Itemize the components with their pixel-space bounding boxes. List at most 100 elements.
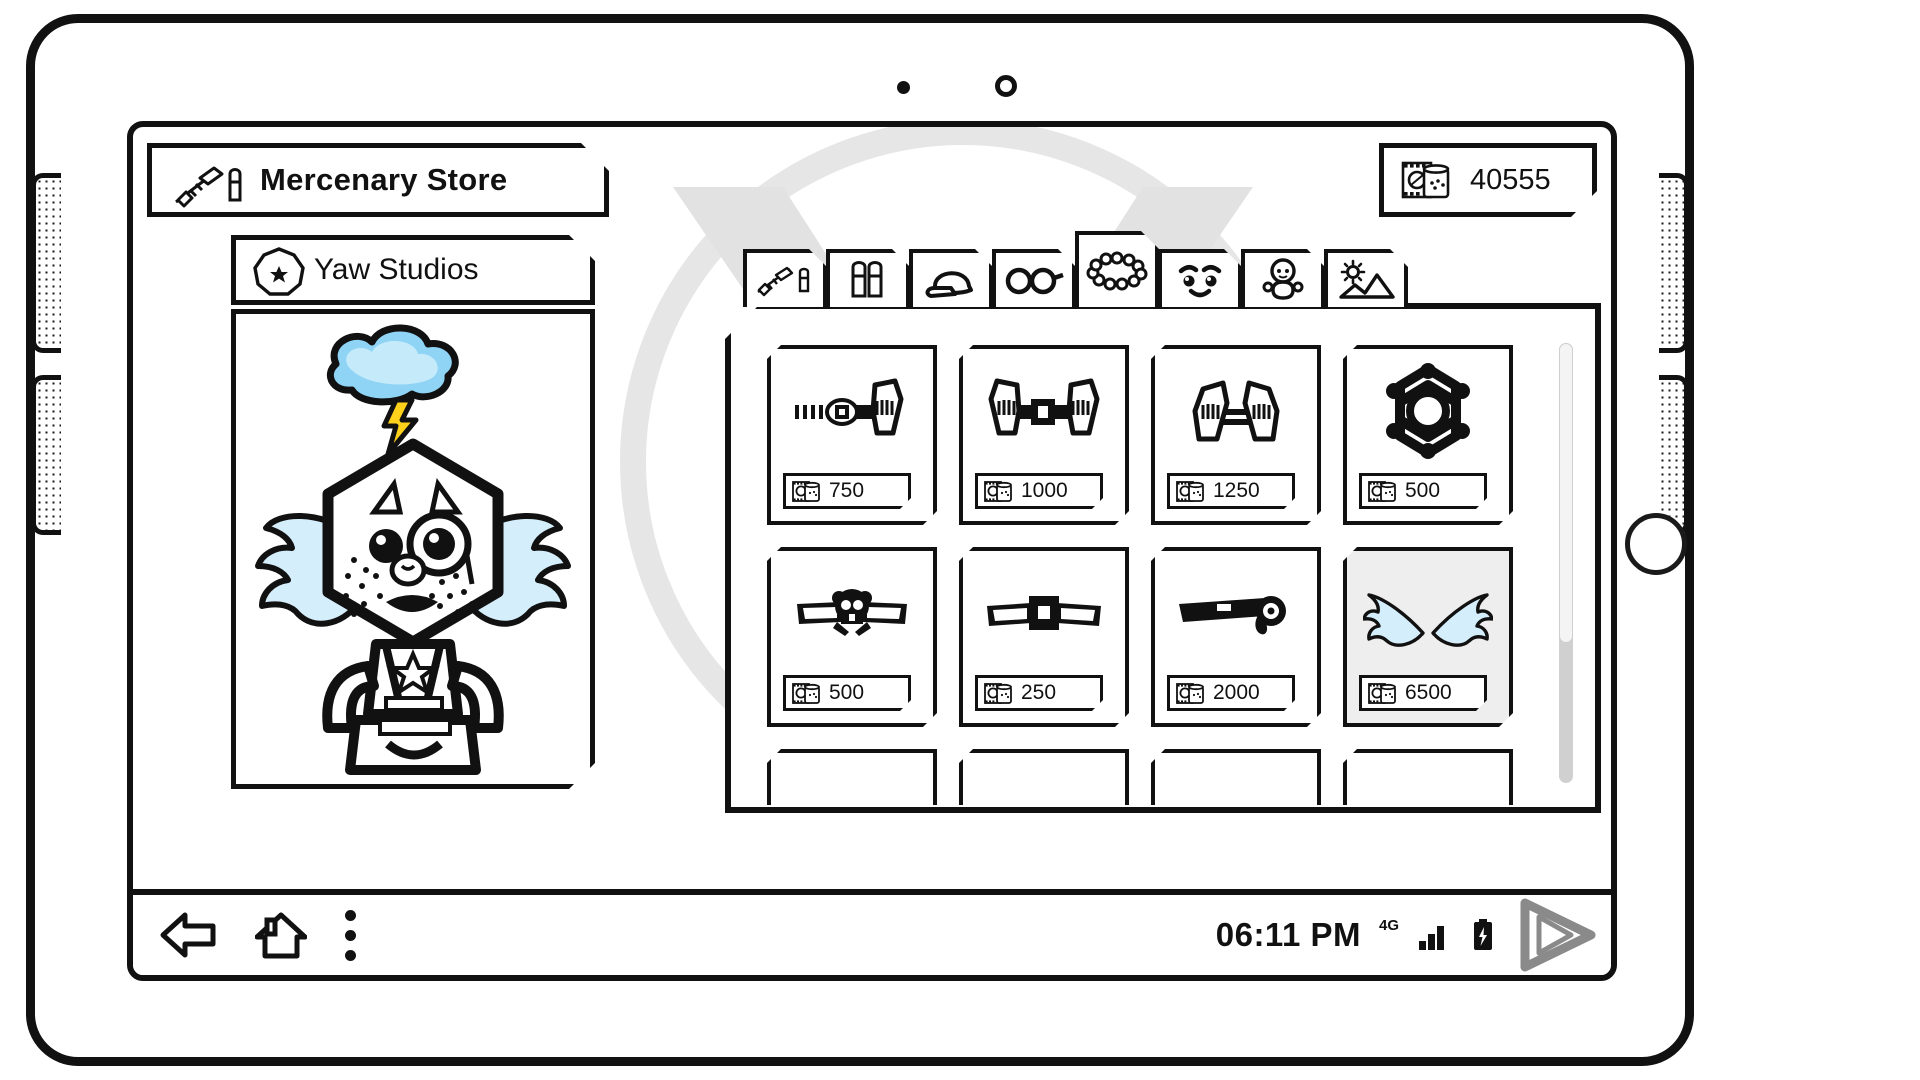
item-row3-2[interactable] [959, 749, 1129, 805]
item-twin-holster-rig[interactable]: 1250 [1151, 345, 1321, 525]
tab-bodies[interactable] [1241, 249, 1325, 307]
holster-twin-art [1155, 357, 1317, 465]
film-canister-icon [1175, 679, 1207, 707]
studio-name: Yaw Studios [314, 253, 479, 286]
menu-dot [345, 909, 356, 921]
price-value: 1250 [1213, 479, 1260, 502]
film-canister-icon [791, 679, 823, 707]
grid-scrollbar[interactable] [1559, 343, 1573, 783]
item-row3-1[interactable] [767, 749, 937, 805]
price-value: 1000 [1021, 479, 1068, 502]
tab-eyewear[interactable] [992, 249, 1076, 307]
sun-mountain-icon [1335, 259, 1397, 301]
item-sheriff-star-badge[interactable]: 500 [1343, 345, 1513, 525]
price-value: 750 [829, 479, 865, 502]
speaker-grille-left-2 [31, 375, 61, 535]
holster-dual-art [963, 357, 1125, 465]
tab-weapons[interactable] [743, 249, 827, 307]
rifle-bullet-icon [754, 263, 816, 297]
menu-dot [345, 929, 356, 941]
price-value: 6500 [1405, 681, 1452, 704]
item-skull-belt[interactable]: 500 [767, 547, 937, 727]
tab-accessories[interactable] [1075, 231, 1159, 307]
film-canister-icon [1367, 679, 1399, 707]
item-single-holster-belt[interactable]: 750 [767, 345, 937, 525]
rifle-bullet-icon [170, 160, 248, 210]
network-type: 4G [1378, 917, 1399, 934]
belt-skull-art [771, 559, 933, 667]
currency-display: 40555 [1379, 143, 1597, 217]
item-row3-3[interactable] [1151, 749, 1321, 805]
price-value: 2000 [1213, 681, 1260, 704]
speaker-grille-right [1659, 173, 1689, 353]
item-grid[interactable]: 750 1000 1250 500 500 250 2000 6500 [745, 323, 1583, 805]
baby-body-icon [1259, 258, 1307, 302]
film-canister-icon [983, 477, 1015, 505]
item-row: 750 1000 1250 500 [767, 345, 1583, 525]
item-plain-belt[interactable]: 250 [959, 547, 1129, 727]
sheriff-star-art [1347, 357, 1509, 465]
belt-lasso-art [1155, 559, 1317, 667]
item-row3-4[interactable] [1343, 749, 1513, 805]
overflow-menu-icon[interactable] [345, 909, 356, 961]
home-button[interactable] [1625, 513, 1687, 575]
item-angel-wings[interactable]: 6500 [1343, 547, 1513, 727]
price-tag: 750 [783, 473, 911, 509]
menu-dot [345, 949, 356, 961]
tablet-screen: Mercenary Store 40555 Yaw Studios 750 10… [127, 121, 1617, 981]
smiley-face-icon [1169, 260, 1231, 300]
price-tag: 1250 [1167, 473, 1295, 509]
price-tag: 250 [975, 675, 1103, 711]
home-icon[interactable] [255, 910, 307, 960]
item-dual-holster-belt[interactable]: 1000 [959, 345, 1129, 525]
cap-icon [921, 260, 981, 300]
front-camera-icon [995, 75, 1017, 97]
signal-bars-icon [1419, 926, 1444, 950]
studio-plate: Yaw Studios [231, 235, 595, 305]
film-canister-icon [983, 679, 1015, 707]
item-lasso-belt[interactable]: 2000 [1151, 547, 1321, 727]
glasses-icon [1003, 263, 1065, 297]
bullets-icon [841, 260, 895, 300]
price-tag: 2000 [1167, 675, 1295, 711]
belt-plain-art [963, 559, 1125, 667]
speaker-grille-left [31, 173, 61, 353]
bead-necklace-icon [1086, 251, 1148, 291]
price-tag: 500 [783, 675, 911, 711]
price-tag: 500 [1359, 473, 1487, 509]
system-nav-bar: 06:11 PM 4G [133, 889, 1611, 975]
tab-faces[interactable] [1158, 249, 1242, 307]
battery-charging-icon [1474, 919, 1492, 950]
tab-ammo[interactable] [826, 249, 910, 307]
tab-hats[interactable] [909, 249, 993, 307]
item-row: 500 250 2000 6500 [767, 547, 1583, 727]
tab-scenes[interactable] [1324, 249, 1408, 307]
tablet-device: Mercenary Store 40555 Yaw Studios 750 10… [26, 14, 1694, 1066]
star-nonagon-icon [250, 244, 308, 302]
holster-right-art [771, 357, 933, 465]
price-value: 500 [829, 681, 865, 704]
back-arrow-icon[interactable] [159, 909, 217, 961]
page-title: Mercenary Store [260, 162, 508, 197]
status-time: 06:11 PM [1215, 916, 1361, 953]
currency-amount: 40555 [1470, 163, 1551, 196]
item-row-partial [767, 749, 1583, 805]
film-canister-icon [791, 477, 823, 505]
play-triangle-icon[interactable] [1513, 897, 1597, 973]
price-value: 500 [1405, 479, 1441, 502]
category-tab-bar[interactable] [743, 235, 1407, 307]
grid-scroll-thumb[interactable] [1559, 343, 1573, 643]
store-title-plate: Mercenary Store [147, 143, 609, 217]
character-preview-panel[interactable] [231, 309, 595, 789]
film-canister-icon [1367, 477, 1399, 505]
film-canister-icon [1400, 155, 1456, 205]
price-value: 250 [1021, 681, 1057, 704]
price-tag: 6500 [1359, 675, 1487, 711]
sensor-dot-icon [897, 81, 910, 94]
film-canister-icon [1175, 477, 1207, 505]
speaker-grille-right-2 [1659, 375, 1689, 535]
hexagon-head-avatar [236, 314, 590, 784]
storm-cloud-icon [330, 328, 455, 402]
price-tag: 1000 [975, 473, 1103, 509]
angel-wings-art [1347, 559, 1509, 667]
